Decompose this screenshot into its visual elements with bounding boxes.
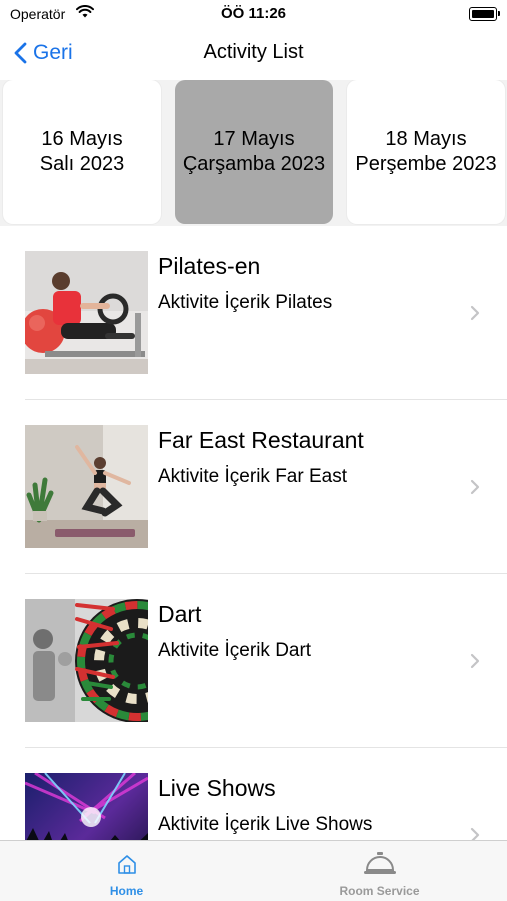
date-selector: 16 Mayıs Salı 2023 17 Mayıs Çarşamba 202… (0, 80, 507, 226)
date-card-day: 18 Mayıs (385, 128, 467, 150)
activity-row-pilates[interactable]: Pilates-en Aktivite İçerik Pilates (0, 226, 507, 400)
battery-icon (469, 7, 500, 21)
activity-row-live-shows[interactable]: Live Shows Aktivite İçerik Live Shows (0, 748, 507, 840)
date-card-17-may[interactable]: 17 Mayıs Çarşamba 2023 (175, 80, 333, 224)
date-card-16-may[interactable]: 16 Mayıs Salı 2023 (3, 80, 161, 224)
concert-photo (25, 773, 148, 840)
activity-subtitle: Aktivite İçerik Live Shows (158, 814, 373, 835)
activity-title: Dart (158, 601, 202, 627)
pilates-photo (25, 251, 148, 374)
status-bar: Operatör ÖÖ 11:26 (0, 0, 507, 28)
activity-subtitle: Aktivite İçerik Dart (158, 640, 312, 661)
tab-label: Room Service (339, 884, 420, 898)
date-card-day: 17 Mayıs (213, 128, 295, 150)
activity-row-dart[interactable]: Dart Aktivite İçerik Dart (0, 574, 507, 748)
activity-title: Live Shows (158, 775, 276, 801)
service-bell-icon (363, 851, 397, 882)
page-title: Activity List (203, 41, 304, 63)
navigation-bar: Geri Activity List (0, 28, 507, 81)
activity-subtitle: Aktivite İçerik Far East (158, 466, 347, 487)
tab-bar: Home Room Service (0, 840, 507, 901)
yoga-photo (25, 425, 148, 548)
chevron-right-icon (470, 479, 480, 500)
date-card-day: 16 Mayıs (41, 128, 123, 150)
date-card-weekday: Çarşamba 2023 (182, 153, 326, 175)
activity-list: Pilates-en Aktivite İçerik Pilates Far E… (0, 226, 507, 840)
date-card-weekday: Perşembe 2023 (355, 153, 497, 175)
activity-title: Far East Restaurant (158, 427, 364, 453)
tab-label: Home (109, 884, 144, 898)
chevron-right-icon (470, 305, 480, 326)
chevron-right-icon (470, 653, 480, 674)
activity-title: Pilates-en (158, 253, 261, 279)
activity-subtitle: Aktivite İçerik Pilates (158, 292, 333, 313)
tab-home[interactable]: Home (0, 841, 253, 901)
status-time: ÖÖ 11:26 (220, 5, 287, 22)
home-icon (116, 853, 138, 880)
date-card-weekday: Salı 2023 (39, 153, 125, 175)
activity-row-far-east[interactable]: Far East Restaurant Aktivite İçerik Far … (0, 400, 507, 574)
tab-room-service[interactable]: Room Service (253, 841, 506, 901)
dart-photo (25, 599, 148, 722)
date-card-18-may[interactable]: 18 Mayıs Perşembe 2023 (347, 80, 505, 224)
chevron-right-icon (470, 827, 480, 840)
